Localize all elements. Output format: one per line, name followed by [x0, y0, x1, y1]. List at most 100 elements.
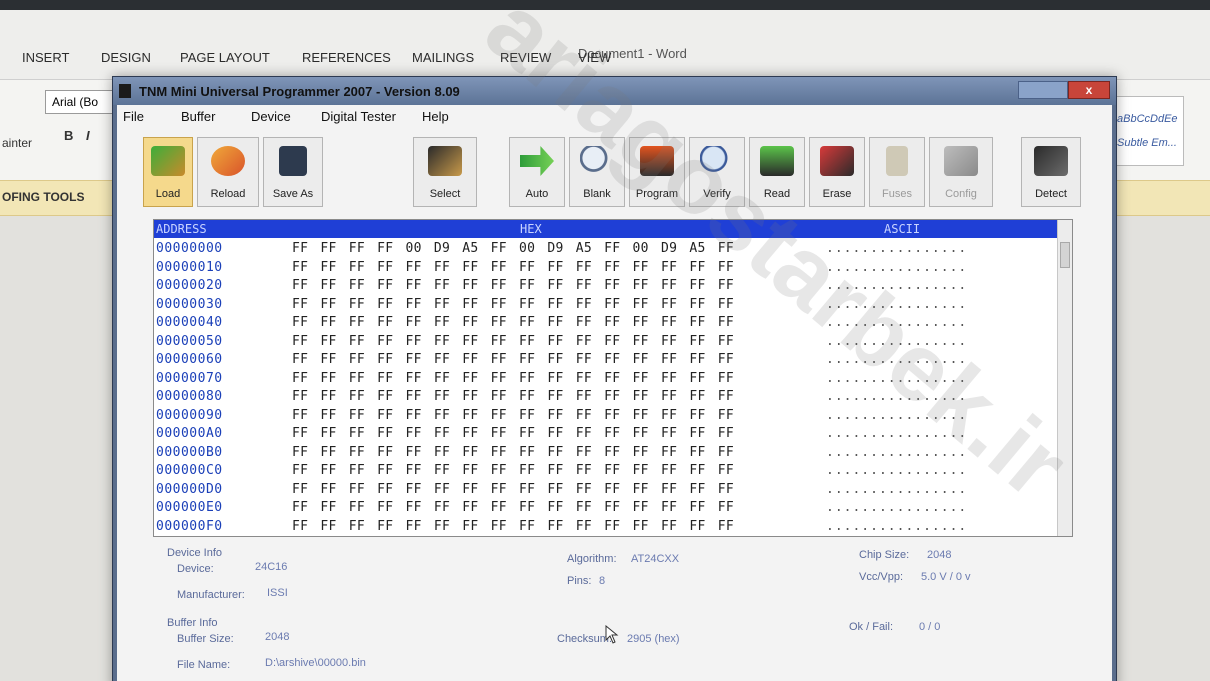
- hex-row[interactable]: 00000010 FF FF FF FF FF FF FF FF FF FF FF…: [154, 259, 1054, 278]
- menu-digital-tester[interactable]: Digital Tester: [321, 109, 396, 124]
- hex-row-bytes: FF FF FF FF FF FF FF FF FF FF FF FF FF F…: [292, 278, 734, 293]
- hex-row[interactable]: 00000040 FF FF FF FF FF FF FF FF FF FF FF…: [154, 314, 1054, 333]
- vertical-scrollbar[interactable]: [1057, 220, 1072, 536]
- pins-value: 8: [599, 575, 606, 587]
- device-info-heading: Device Info: [167, 547, 223, 559]
- hex-row-bytes: FF FF FF FF FF FF FF FF FF FF FF FF FF F…: [292, 259, 734, 275]
- program-button[interactable]: Program: [629, 137, 685, 207]
- word-bold-button[interactable]: B: [64, 128, 73, 143]
- hex-row[interactable]: 00000060 FF FF FF FF FF FF FF FF FF FF FF…: [154, 351, 1054, 370]
- auto-button[interactable]: Auto: [509, 137, 565, 207]
- hex-row-ascii: ................: [826, 333, 968, 349]
- manufacturer-label: Manufacturer:: [177, 589, 245, 601]
- buffer-info-heading: Buffer Info: [167, 617, 218, 629]
- save-as-label: Save As: [272, 188, 314, 200]
- hex-row-bytes: FF FF FF FF FF FF FF FF FF FF FF FF FF F…: [292, 481, 734, 497]
- config-button[interactable]: Config: [929, 137, 993, 207]
- hex-row-bytes: FF FF FF FF FF FF FF FF FF FF FF FF FF F…: [292, 315, 734, 330]
- word-tab-page-layout[interactable]: PAGE LAYOUT: [180, 50, 270, 65]
- menu-file[interactable]: File: [123, 109, 144, 124]
- word-format-painter[interactable]: ainter: [2, 136, 32, 150]
- hex-row[interactable]: 000000A0 FF FF FF FF FF FF FF FF FF FF FF…: [154, 425, 1054, 444]
- hex-row[interactable]: 00000090 FF FF FF FF FF FF FF FF FF FF FF…: [154, 407, 1054, 426]
- file-name-value: D:\arshive\00000.bin: [265, 657, 366, 669]
- app-icon: [119, 84, 131, 98]
- menu-buffer[interactable]: Buffer: [181, 109, 215, 124]
- hex-row[interactable]: 000000C0 FF FF FF FF FF FF FF FF FF FF FF…: [154, 462, 1054, 481]
- word-styles-gallery[interactable]: aBbCcDdEe Subtle Em...: [1112, 96, 1184, 166]
- save-as-button[interactable]: Save As: [263, 137, 323, 207]
- menu-device[interactable]: Device: [251, 109, 291, 124]
- verify-button[interactable]: Verify: [689, 137, 745, 207]
- hex-row-address: 00000040: [156, 315, 223, 330]
- hex-row-ascii: ................: [826, 370, 968, 386]
- hex-row-ascii: ................: [826, 296, 968, 312]
- hex-row-ascii: ................: [826, 241, 968, 256]
- hex-row-bytes: FF FF FF FF FF FF FF FF FF FF FF FF FF F…: [292, 352, 734, 367]
- close-button[interactable]: x: [1068, 81, 1110, 99]
- blank-magnifier-icon: [580, 146, 614, 176]
- hex-buffer-view[interactable]: ADDRESS HEX ASCII 00000000 FF FF FF FF 00…: [153, 219, 1073, 537]
- hex-row-address: 00000050: [156, 333, 223, 349]
- hex-row-bytes: FF FF FF FF FF FF FF FF FF FF FF FF FF F…: [292, 500, 734, 515]
- hex-row[interactable]: 00000070 FF FF FF FF FF FF FF FF FF FF FF…: [154, 370, 1054, 389]
- word-tab-references[interactable]: REFERENCES: [302, 50, 391, 65]
- hex-row[interactable]: 00000000 FF FF FF FF 00 D9 A5 FF 00 D9 A5…: [154, 240, 1054, 259]
- config-label: Config: [945, 188, 977, 200]
- algorithm-label: Algorithm:: [567, 553, 617, 565]
- menu-help[interactable]: Help: [422, 109, 449, 124]
- device-value: 24C16: [255, 561, 288, 573]
- buffer-size-label: Buffer Size:: [177, 633, 234, 645]
- word-tab-mailings[interactable]: MAILINGS: [412, 50, 474, 65]
- word-tab-view[interactable]: VIEW: [578, 50, 611, 65]
- hex-row[interactable]: 000000E0 FF FF FF FF FF FF FF FF FF FF FF…: [154, 499, 1054, 518]
- hex-header: ADDRESS HEX ASCII: [154, 220, 1072, 238]
- hex-row-bytes: FF FF FF FF FF FF FF FF FF FF FF FF FF F…: [292, 389, 734, 404]
- word-ribbon-tabs: Document1 - Word: [0, 10, 1210, 80]
- hex-row[interactable]: 000000D0 FF FF FF FF FF FF FF FF FF FF FF…: [154, 481, 1054, 500]
- hex-row-ascii: ................: [826, 407, 968, 423]
- load-button[interactable]: Load: [143, 137, 193, 207]
- reload-label: Reload: [210, 188, 246, 200]
- word-tab-design[interactable]: DESIGN: [101, 50, 151, 65]
- window-minmax-buttons[interactable]: [1018, 81, 1068, 99]
- word-italic-button[interactable]: I: [86, 128, 90, 143]
- hex-row[interactable]: 00000020 FF FF FF FF FF FF FF FF FF FF FF…: [154, 277, 1054, 296]
- hex-row[interactable]: 000000F0 FF FF FF FF FF FF FF FF FF FF FF…: [154, 518, 1054, 537]
- detect-label: Detect: [1035, 188, 1067, 200]
- hex-row[interactable]: 00000050 FF FF FF FF FF FF FF FF FF FF FF…: [154, 333, 1054, 352]
- hex-row-ascii: ................: [826, 389, 968, 404]
- word-tab-review[interactable]: REVIEW: [500, 50, 551, 65]
- chip-size-label: Chip Size:: [859, 549, 910, 561]
- tnm-titlebar[interactable]: TNM Mini Universal Programmer 2007 - Ver…: [113, 77, 1116, 105]
- hex-row-bytes: FF FF FF FF FF FF FF FF FF FF FF FF FF F…: [292, 518, 734, 534]
- auto-label: Auto: [525, 188, 549, 200]
- hex-rows: 00000000 FF FF FF FF 00 D9 A5 FF 00 D9 A5…: [154, 240, 1054, 536]
- reload-button[interactable]: Reload: [197, 137, 259, 207]
- fuses-button[interactable]: Fuses: [869, 137, 925, 207]
- detect-icon: [1034, 146, 1068, 176]
- hex-row[interactable]: 000000B0 FF FF FF FF FF FF FF FF FF FF FF…: [154, 444, 1054, 463]
- scrollbar-thumb[interactable]: [1060, 242, 1070, 268]
- hex-row-address: 00000010: [156, 259, 223, 275]
- tnm-window: TNM Mini Universal Programmer 2007 - Ver…: [112, 76, 1117, 681]
- hex-row-bytes: FF FF FF FF FF FF FF FF FF FF FF FF FF F…: [292, 370, 734, 386]
- tnm-client-area: File Buffer Device Digital Tester Help L…: [117, 105, 1112, 681]
- screen: Document1 - Word INSERT DESIGN PAGE LAYO…: [0, 0, 1210, 681]
- blank-label: Blank: [583, 188, 611, 200]
- word-tab-insert[interactable]: INSERT: [22, 50, 69, 65]
- hex-row-ascii: ................: [826, 352, 968, 367]
- fuses-lock-icon: [886, 146, 908, 176]
- read-button[interactable]: Read: [749, 137, 805, 207]
- word-style-item[interactable]: aBbCcDdEe: [1117, 107, 1179, 131]
- hex-row-ascii: ................: [826, 444, 968, 460]
- word-style-item[interactable]: Subtle Em...: [1117, 131, 1179, 155]
- detect-button[interactable]: Detect: [1021, 137, 1081, 207]
- hex-row[interactable]: 00000030 FF FF FF FF FF FF FF FF FF FF FF…: [154, 296, 1054, 315]
- hex-row-ascii: ................: [826, 500, 968, 515]
- select-button[interactable]: Select: [413, 137, 477, 207]
- header-hex: HEX: [520, 222, 542, 236]
- hex-row[interactable]: 00000080 FF FF FF FF FF FF FF FF FF FF FF…: [154, 388, 1054, 407]
- blank-button[interactable]: Blank: [569, 137, 625, 207]
- erase-button[interactable]: Erase: [809, 137, 865, 207]
